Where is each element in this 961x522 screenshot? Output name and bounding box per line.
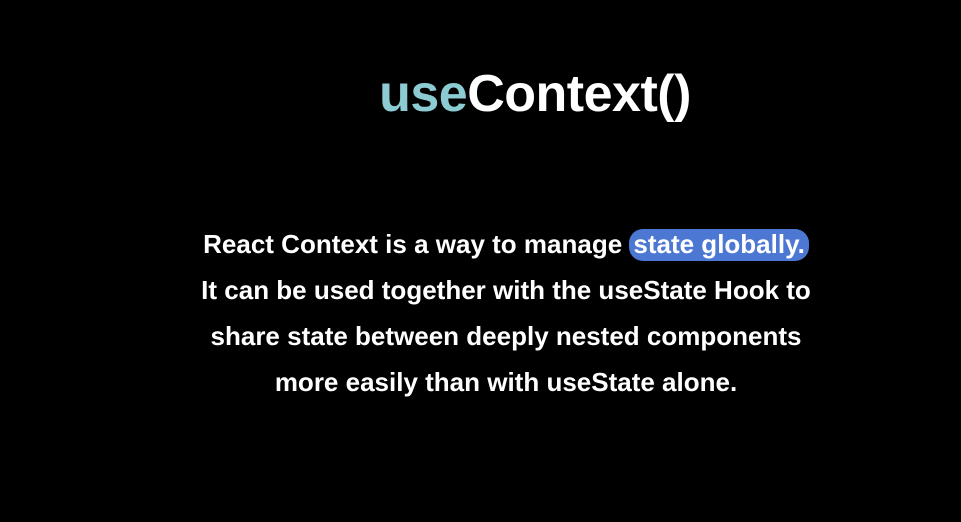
title-accent: use bbox=[379, 65, 468, 123]
body-line-1: React Context is a way to manage state g… bbox=[0, 221, 961, 267]
body-line-3: share state between deeply nested compon… bbox=[210, 321, 802, 351]
text-highlight[interactable]: state globally. bbox=[629, 229, 809, 261]
body-line-2: It can be used together with the useStat… bbox=[201, 275, 811, 305]
body-line-1-text: React Context is a way to manage bbox=[203, 229, 630, 259]
slide-body: React Context is a way to manage state g… bbox=[0, 221, 961, 405]
slide-title: useContext() bbox=[0, 62, 961, 126]
title-main: Context() bbox=[467, 65, 691, 123]
body-line-4: more easily than with useState alone. bbox=[274, 367, 738, 397]
slide: useContext() React Context is a way to m… bbox=[0, 0, 961, 522]
